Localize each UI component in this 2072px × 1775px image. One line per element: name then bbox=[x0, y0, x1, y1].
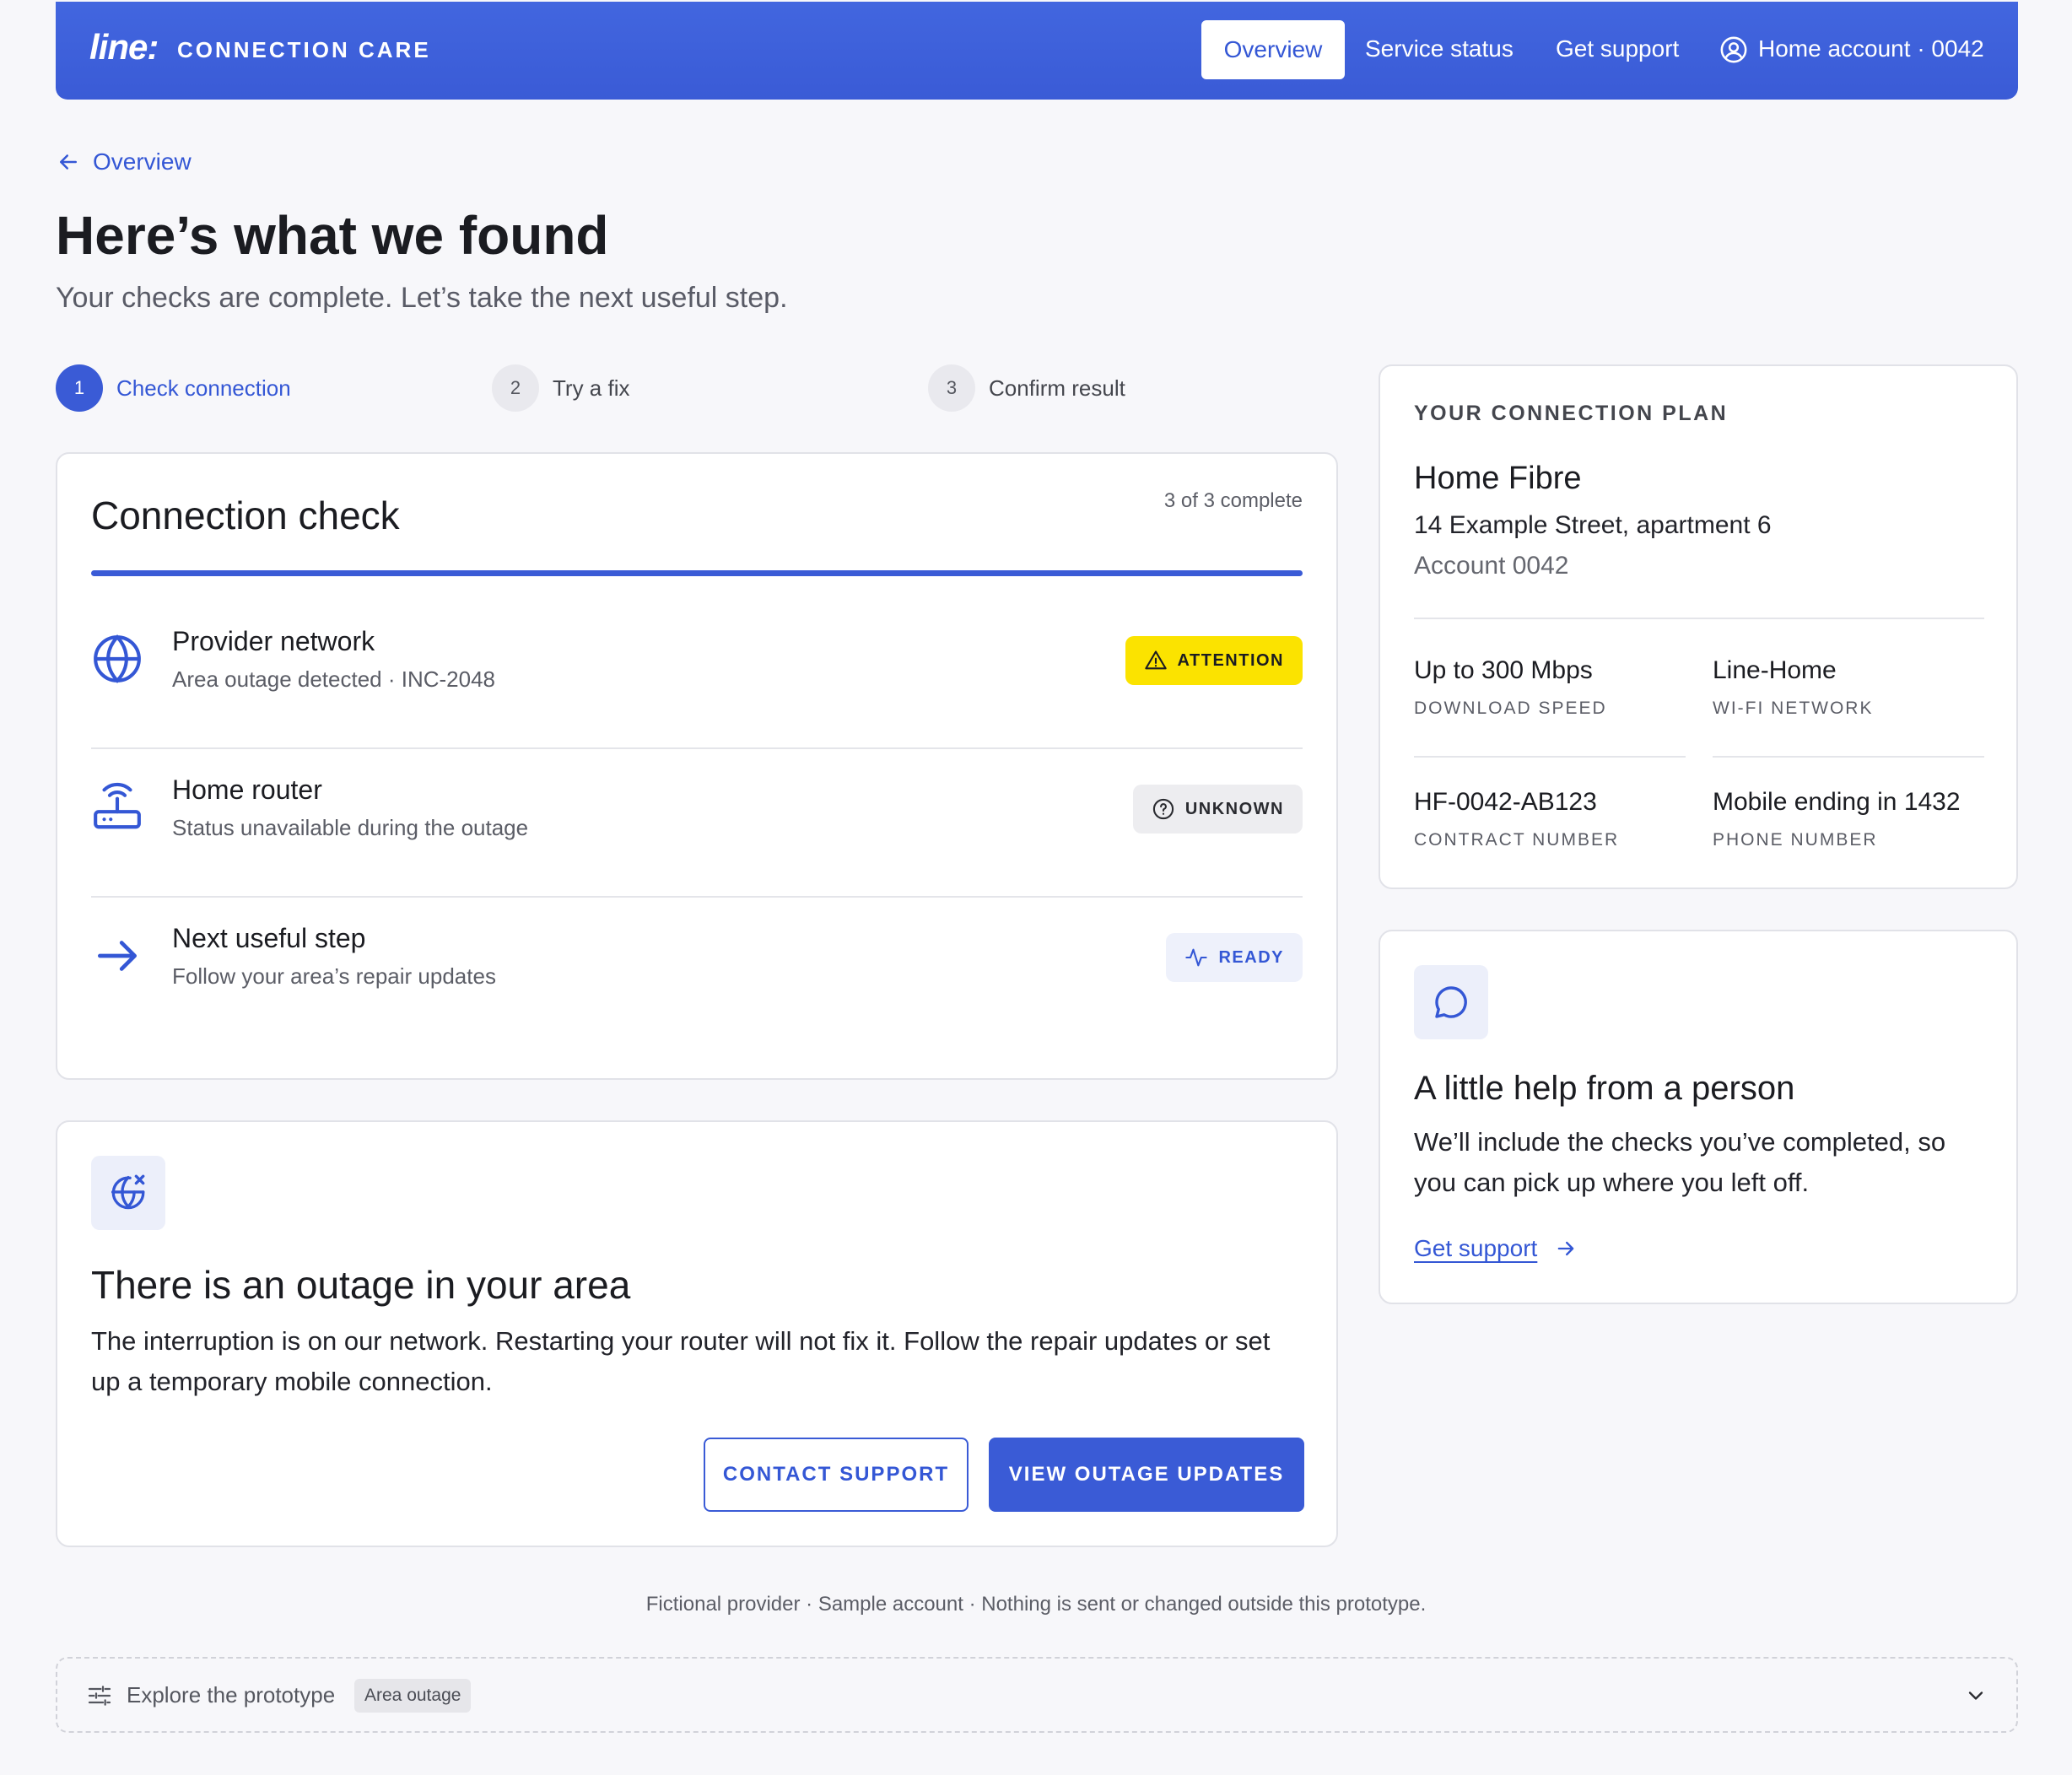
step-label: Confirm result bbox=[989, 375, 1125, 401]
progress-bar bbox=[91, 570, 1303, 576]
get-support-link-label: Get support bbox=[1414, 1235, 1538, 1261]
arrow-right-icon bbox=[1557, 1241, 1574, 1256]
pulse-icon bbox=[1185, 948, 1208, 967]
check-subtitle: Status unavailable during the outage bbox=[172, 815, 529, 840]
plan-detail-value: HF-0042-AB123 bbox=[1414, 788, 1597, 816]
help-icon-tile bbox=[1414, 965, 1488, 1039]
help-title: A little help from a person bbox=[1414, 1070, 1795, 1107]
check-row-next-step: Next useful step Follow your area’s repa… bbox=[91, 898, 1303, 1046]
connection-check-title: Connection check bbox=[91, 494, 400, 537]
footer-note: Fictional provider · Sample account · No… bbox=[645, 1593, 1427, 1616]
step-try-a-fix[interactable]: 2 Try a fix bbox=[492, 364, 629, 412]
globe-icon bbox=[94, 634, 141, 683]
arrow-right-icon bbox=[98, 941, 137, 971]
status-badge-unknown: UNKNOWN bbox=[1132, 785, 1303, 834]
get-support-link[interactable]: Get support bbox=[1414, 1235, 1578, 1262]
check-subtitle: Area outage detected · INC-2048 bbox=[172, 666, 496, 692]
explore-prototype-toggle[interactable]: Explore the prototype Area outage bbox=[56, 1657, 2018, 1733]
plan-name: Home Fibre bbox=[1414, 461, 1582, 496]
step-number: 2 bbox=[492, 364, 539, 412]
outage-card: There is an outage in your area The inte… bbox=[56, 1120, 1338, 1547]
router-icon bbox=[94, 782, 141, 829]
top-header: line: CONNECTION CARE Overview Service s… bbox=[56, 2, 2018, 100]
plan-divider bbox=[1414, 618, 1984, 619]
status-badge-attention: ATTENTION bbox=[1125, 636, 1303, 685]
view-outage-updates-button[interactable]: VIEW OUTAGE UPDATES bbox=[989, 1438, 1304, 1512]
check-title: Next useful step bbox=[172, 923, 366, 953]
plan-detail-key: PHONE NUMBER bbox=[1713, 830, 1878, 850]
page-subtitle: Your checks are complete. Let’s take the… bbox=[56, 282, 788, 314]
check-row-home-router: Home router Status unavailable during th… bbox=[91, 749, 1303, 898]
plan-detail-key: CONTRACT NUMBER bbox=[1414, 830, 1620, 850]
nav-service-status[interactable]: Service status bbox=[1365, 35, 1514, 62]
chat-icon bbox=[1435, 986, 1467, 1018]
sliders-icon bbox=[88, 1686, 111, 1706]
outage-title: There is an outage in your area bbox=[91, 1263, 631, 1307]
outage-body: The interruption is on our network. Rest… bbox=[91, 1326, 1271, 1396]
arrow-left-icon bbox=[60, 154, 77, 170]
globe-x-icon bbox=[111, 1174, 145, 1210]
plan-detail-key: DOWNLOAD SPEED bbox=[1414, 699, 1607, 718]
brand-name: CONNECTION CARE bbox=[177, 37, 431, 62]
nav-home-account[interactable]: Home account · 0042 bbox=[1758, 35, 1984, 62]
warning-icon bbox=[1144, 650, 1167, 670]
status-badge-ready: READY bbox=[1166, 933, 1303, 982]
progress-count: 3 of 3 complete bbox=[1163, 489, 1303, 512]
check-title: Home router bbox=[172, 774, 322, 805]
plan-account: Account 0042 bbox=[1414, 552, 1569, 580]
back-link[interactable]: Overview bbox=[56, 148, 192, 175]
check-title: Provider network bbox=[172, 626, 375, 656]
nav-overview[interactable]: Overview bbox=[1201, 20, 1345, 79]
plan-divider bbox=[1713, 756, 1984, 758]
nav-get-support[interactable]: Get support bbox=[1556, 35, 1679, 62]
explore-label: Explore the prototype bbox=[127, 1682, 336, 1708]
check-row-provider-network: Provider network Area outage detected · … bbox=[91, 601, 1303, 749]
help-body: We’ll include the checks you’ve complete… bbox=[1414, 1127, 1946, 1197]
step-label: Try a fix bbox=[553, 375, 630, 401]
plan-detail-value: Up to 300 Mbps bbox=[1414, 656, 1593, 684]
contact-support-button[interactable]: CONTACT SUPPORT bbox=[704, 1438, 969, 1512]
connection-check-card: Connection check 3 of 3 complete Provide… bbox=[56, 452, 1338, 1080]
step-label: Check connection bbox=[116, 375, 291, 401]
account-icon bbox=[1720, 36, 1747, 63]
connection-plan-card: YOUR CONNECTION PLAN Home Fibre 14 Examp… bbox=[1379, 364, 2018, 889]
plan-address: 14 Example Street, apartment 6 bbox=[1414, 511, 1772, 539]
brand-logo[interactable]: line: bbox=[89, 27, 159, 67]
plan-eyebrow: YOUR CONNECTION PLAN bbox=[1414, 402, 1729, 425]
plan-detail-key: WI-FI NETWORK bbox=[1713, 699, 1874, 718]
help-card: A little help from a person We’ll includ… bbox=[1379, 930, 2018, 1304]
plan-divider bbox=[1414, 756, 1686, 758]
step-confirm-result[interactable]: 3 Confirm result bbox=[928, 364, 1125, 412]
question-icon bbox=[1152, 798, 1174, 820]
chevron-down-icon bbox=[1968, 1691, 1983, 1700]
step-number: 3 bbox=[928, 364, 975, 412]
outage-icon-tile bbox=[91, 1156, 165, 1230]
page-title: Here’s what we found bbox=[56, 205, 609, 266]
plan-detail-value: Line-Home bbox=[1713, 656, 1837, 684]
back-link-label: Overview bbox=[93, 148, 192, 175]
scenario-tag: Area outage bbox=[354, 1679, 472, 1713]
plan-detail-value: Mobile ending in 1432 bbox=[1713, 788, 1961, 816]
step-number: 1 bbox=[56, 364, 103, 412]
step-check-connection[interactable]: 1 Check connection bbox=[56, 364, 291, 412]
check-subtitle: Follow your area’s repair updates bbox=[172, 963, 496, 989]
